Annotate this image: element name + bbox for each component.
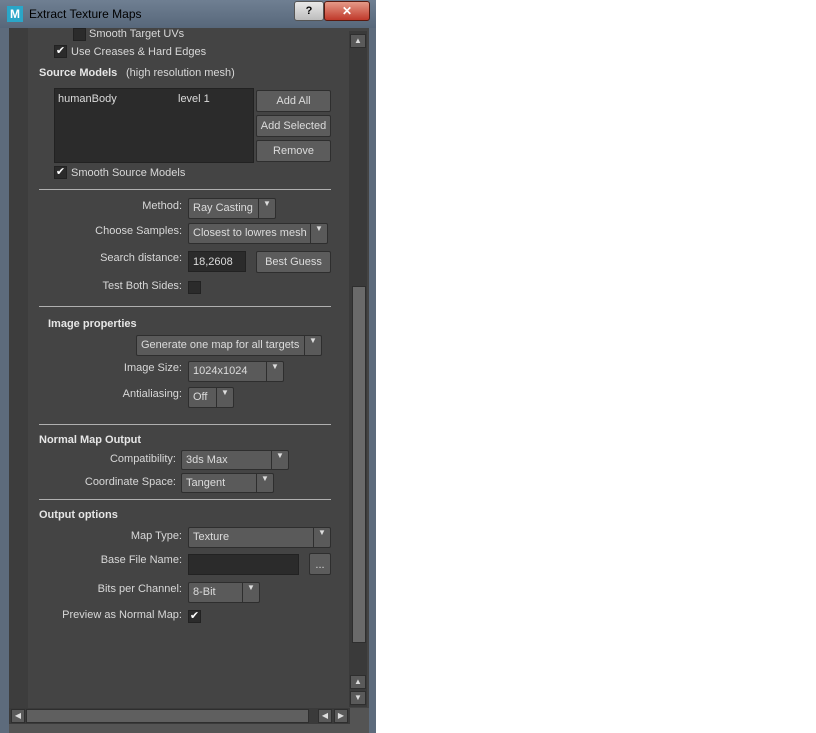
- map-type-label: Map Type:: [130, 530, 182, 542]
- normal-map-output-header: Normal Map Output: [39, 434, 142, 446]
- chevron-down-icon: ▼: [313, 528, 330, 547]
- chevron-down-icon: ▼: [271, 451, 288, 469]
- preview-normal-map-checkbox[interactable]: ✔: [188, 610, 201, 623]
- choose-samples-dropdown[interactable]: Closest to lowres mesh ▼: [188, 223, 328, 244]
- source-models-subheader: (high resolution mesh): [126, 67, 235, 79]
- bits-per-channel-dropdown[interactable]: 8-Bit ▼: [188, 582, 260, 603]
- antialiasing-label: Antialiasing:: [122, 388, 182, 400]
- test-both-sides-checkbox[interactable]: [188, 281, 201, 294]
- help-button[interactable]: ?: [294, 1, 324, 21]
- coordinate-space-label: Coordinate Space:: [84, 476, 176, 488]
- source-models-list[interactable]: humanBody level 1: [54, 88, 254, 163]
- smooth-target-uvs-label: Smooth Target UVs: [89, 28, 185, 40]
- separator: [39, 424, 331, 425]
- test-both-sides-label: Test Both Sides:: [102, 280, 183, 292]
- smooth-source-models-checkbox[interactable]: ✔: [54, 166, 67, 179]
- compatibility-value: 3ds Max: [186, 454, 228, 466]
- output-options-header: Output options: [39, 509, 118, 521]
- antialiasing-dropdown[interactable]: Off ▼: [188, 387, 234, 408]
- coordinate-space-dropdown[interactable]: Tangent ▼: [181, 473, 274, 493]
- list-item[interactable]: humanBody: [58, 93, 117, 105]
- antialiasing-value: Off: [193, 391, 208, 403]
- scroll-up-icon[interactable]: ▲: [350, 34, 366, 48]
- chevron-down-icon: ▼: [242, 583, 259, 602]
- bits-per-channel-value: 8-Bit: [193, 586, 216, 598]
- separator: [39, 189, 331, 190]
- source-model-name: humanBody: [58, 93, 117, 105]
- window-title: Extract Texture Maps: [29, 7, 142, 21]
- choose-samples-value: Closest to lowres mesh: [193, 227, 307, 239]
- base-file-name-label: Base File Name:: [100, 554, 182, 566]
- remove-button[interactable]: Remove: [256, 140, 331, 162]
- window-frame-left: [0, 28, 9, 733]
- chevron-down-icon: ▼: [266, 362, 283, 381]
- close-button[interactable]: ✕: [324, 1, 370, 21]
- scroll-left-icon[interactable]: ◀: [318, 709, 332, 723]
- image-properties-header: Image properties: [48, 318, 137, 330]
- source-model-level: level 1: [178, 93, 210, 105]
- title-bar[interactable]: M Extract Texture Maps ? ✕: [0, 0, 376, 28]
- method-value: Ray Casting: [193, 202, 253, 214]
- use-creases-label: Use Creases & Hard Edges: [71, 46, 207, 58]
- compatibility-label: Compatibility:: [109, 453, 176, 465]
- method-label: Method:: [142, 200, 182, 212]
- smooth-source-models-label: Smooth Source Models: [71, 167, 186, 179]
- scroll-left-icon[interactable]: ◀: [11, 709, 25, 723]
- map-type-dropdown[interactable]: Texture ▼: [188, 527, 331, 548]
- extract-texture-maps-window: M Extract Texture Maps ? ✕ Smooth Target…: [0, 0, 376, 733]
- maya-app-icon: M: [7, 6, 23, 22]
- search-distance-input[interactable]: 18,2608: [188, 251, 246, 272]
- image-size-dropdown[interactable]: 1024x1024 ▼: [188, 361, 284, 382]
- scroll-up-icon[interactable]: ▲: [350, 675, 366, 689]
- chevron-down-icon: ▼: [216, 388, 233, 407]
- base-file-name-input[interactable]: [188, 554, 299, 575]
- chevron-down-icon: ▼: [310, 224, 327, 243]
- horizontal-scrollbar[interactable]: ◀ ◀ ▶: [9, 708, 350, 724]
- map-type-value: Texture: [193, 531, 230, 543]
- preview-normal-map-label: Preview as Normal Map:: [62, 609, 182, 621]
- chevron-down-icon: ▼: [256, 474, 273, 492]
- generate-maps-value: Generate one map for all targets: [141, 339, 300, 351]
- vertical-scroll-thumb[interactable]: [352, 286, 366, 643]
- scroll-down-icon[interactable]: ▼: [350, 691, 366, 705]
- chevron-down-icon: ▼: [304, 336, 321, 355]
- search-distance-label: Search distance:: [100, 252, 182, 264]
- smooth-target-uvs-checkbox[interactable]: [73, 28, 86, 41]
- search-distance-value: 18,2608: [193, 256, 233, 268]
- add-all-button[interactable]: Add All: [256, 90, 331, 112]
- add-selected-button[interactable]: Add Selected: [256, 115, 331, 137]
- separator: [39, 306, 331, 307]
- coordinate-space-value: Tangent: [186, 477, 226, 489]
- use-creases-checkbox[interactable]: ✔: [54, 45, 67, 58]
- scroll-right-icon[interactable]: ▶: [334, 709, 348, 723]
- panel-gutter: [9, 28, 28, 708]
- chevron-down-icon: ▼: [258, 199, 275, 218]
- choose-samples-label: Choose Samples:: [95, 225, 182, 237]
- method-dropdown[interactable]: Ray Casting ▼: [188, 198, 276, 219]
- source-models-header: Source Models: [39, 67, 118, 79]
- separator: [39, 499, 331, 500]
- horizontal-scroll-thumb[interactable]: [26, 709, 309, 723]
- generate-maps-dropdown[interactable]: Generate one map for all targets ▼: [136, 335, 322, 356]
- image-size-value: 1024x1024: [193, 365, 248, 377]
- window-frame-right: [369, 28, 376, 733]
- image-size-label: Image Size:: [123, 362, 182, 374]
- bits-per-channel-label: Bits per Channel:: [97, 583, 182, 595]
- compatibility-dropdown[interactable]: 3ds Max ▼: [181, 450, 289, 470]
- browse-button[interactable]: ...: [309, 553, 331, 575]
- best-guess-button[interactable]: Best Guess: [256, 251, 331, 273]
